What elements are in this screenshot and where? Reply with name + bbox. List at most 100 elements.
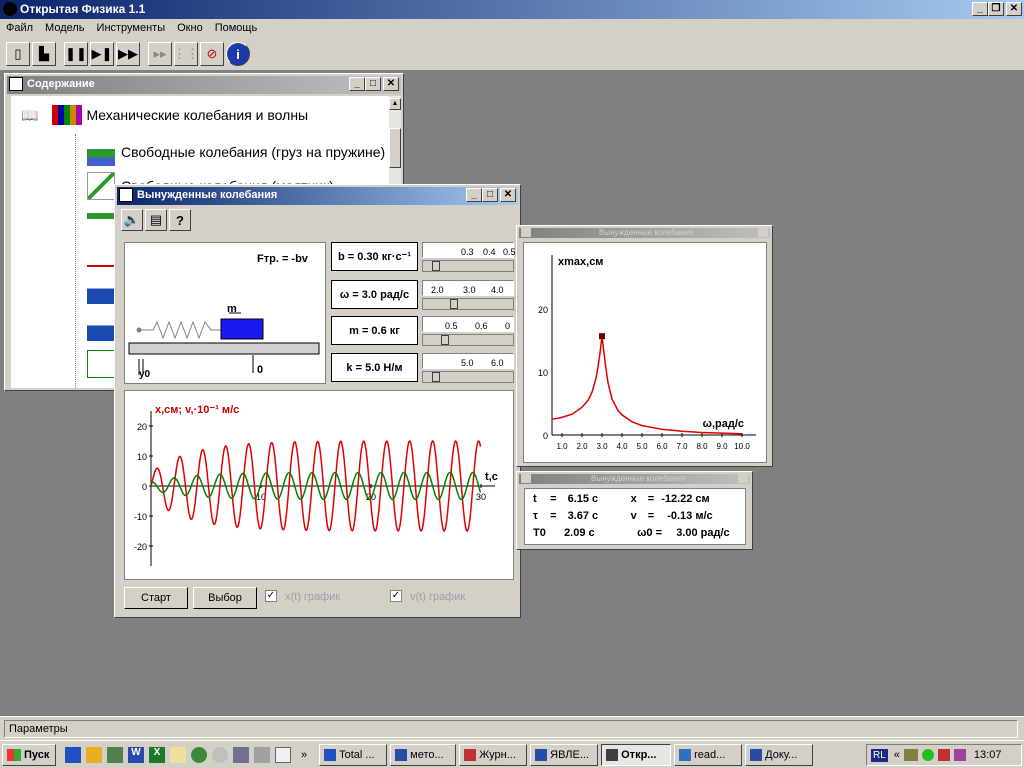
info-icon[interactable]: i <box>226 42 250 66</box>
step-icon[interactable]: ▶❚ <box>90 42 114 66</box>
spring-svg <box>128 312 320 375</box>
step-back-icon[interactable]: ▸▸ <box>148 42 172 66</box>
slider-tick-label: 0.3 <box>461 247 474 257</box>
task-reader[interactable]: read... <box>674 743 743 766</box>
spring-model-icon <box>87 138 115 166</box>
language-indicator[interactable]: RL <box>871 748 888 762</box>
start-menu-button[interactable]: Пуск <box>2 743 56 766</box>
minimize-button[interactable]: _ <box>972 2 988 16</box>
slider-thumb[interactable] <box>432 261 440 271</box>
task-meto[interactable]: мето... <box>390 743 457 766</box>
x-tick-label: 9.0 <box>716 442 728 451</box>
mail-icon[interactable] <box>170 746 186 763</box>
oscillations-icon[interactable] <box>87 202 115 230</box>
readout-dropdown-button[interactable] <box>738 474 748 483</box>
readout-eq: = <box>647 493 655 505</box>
y-tick-label: 10 <box>137 452 147 462</box>
tool-icon[interactable] <box>233 746 249 763</box>
globe-icon[interactable] <box>191 746 207 763</box>
slider-m[interactable]: 0.5 0.6 0 <box>422 316 514 348</box>
select-button[interactable]: Выбор <box>193 587 257 609</box>
word-icon[interactable]: W <box>128 746 144 763</box>
chevron-right-icon[interactable]: » <box>301 749 307 761</box>
scroll-up-button[interactable]: ▲ <box>389 98 401 110</box>
notes-icon[interactable] <box>275 746 291 763</box>
slider-thumb[interactable] <box>441 335 449 345</box>
readout-value: 3.67 с <box>567 510 599 522</box>
task-total[interactable]: Total ... <box>319 743 388 766</box>
readout-value: -0.13 м/с <box>667 510 713 522</box>
excel-icon[interactable]: X <box>149 746 165 763</box>
network-icon[interactable] <box>903 749 918 761</box>
y-tick-label: 0 <box>142 482 147 492</box>
forced-maximize-button[interactable]: □ <box>482 188 498 202</box>
resonance-dropdown-button[interactable] <box>758 228 768 237</box>
scanner-icon[interactable] <box>254 746 270 763</box>
task-document[interactable]: Доку... <box>745 743 814 766</box>
pause-icon[interactable]: ❚❚ <box>64 42 88 66</box>
x-graph-checkbox[interactable]: ✓ <box>265 590 277 602</box>
start-button[interactable]: Старт <box>124 587 188 609</box>
menu-help[interactable]: Помощь <box>209 19 264 38</box>
save-icon[interactable] <box>65 746 81 763</box>
pencil-icon[interactable] <box>86 746 102 763</box>
contents-minimize-button[interactable]: _ <box>349 77 365 91</box>
windows-logo-icon <box>7 748 21 761</box>
animation-panel: Fтр. = -bv m y0 0 <box>124 242 326 384</box>
trace-icon[interactable]: ⋮⋮ <box>173 42 199 66</box>
y-tick-label: 20 <box>137 422 147 432</box>
readout-menu-button[interactable] <box>521 474 531 483</box>
restore-button[interactable]: ❐ <box>988 2 1004 16</box>
v-graph-checkbox[interactable]: ✓ <box>390 590 402 602</box>
water-wave-icon[interactable] <box>87 276 115 304</box>
clock: 13:07 <box>973 749 1002 761</box>
slider-k[interactable]: 5.0 6.0 <box>422 353 514 385</box>
resonance-menu-button[interactable] <box>521 228 531 237</box>
forced-close-button[interactable]: ✕ <box>500 188 516 202</box>
close-button[interactable]: ✕ <box>1006 2 1022 16</box>
tree-line <box>75 134 76 388</box>
menu-file[interactable]: Файл <box>0 19 39 38</box>
tree-item-spring[interactable]: Свободные колебания (груз на пружине) <box>87 136 385 168</box>
circular-wave-icon[interactable] <box>87 387 115 388</box>
grid-wave-icon[interactable] <box>87 350 115 378</box>
v-graph-label: v(t) график <box>410 591 466 603</box>
word-doc-icon <box>395 748 408 761</box>
slider-thumb[interactable] <box>450 299 458 309</box>
disc-icon[interactable] <box>212 746 228 763</box>
fast-forward-icon[interactable]: ▶▶ <box>116 42 140 66</box>
tray-app-2-icon[interactable] <box>953 749 966 761</box>
word-doc-icon <box>750 748 763 761</box>
slider-tick-label: 2.0 <box>431 285 444 295</box>
document-icon[interactable]: ▤ <box>145 209 167 231</box>
task-label: Откр... <box>621 748 657 761</box>
status-text-panel: Параметры <box>4 720 1018 738</box>
tray-app-icon[interactable] <box>937 749 950 761</box>
wave-icon[interactable] <box>87 239 115 267</box>
contents-close-button[interactable]: ✕ <box>383 77 399 91</box>
x-tick-label: 30 <box>476 492 486 502</box>
task-open-physics[interactable]: Откр... <box>601 743 672 766</box>
menu-tools[interactable]: Инструменты <box>91 19 172 38</box>
sound-icon[interactable]: 🔈 <box>121 209 143 231</box>
scroll-thumb[interactable] <box>389 128 401 168</box>
menu-window[interactable]: Окно <box>171 19 209 38</box>
forced-minimize-button[interactable]: _ <box>466 188 482 202</box>
tray-chevron-icon[interactable]: « <box>894 749 900 761</box>
model-icon[interactable]: ▙ <box>32 42 56 66</box>
book-icon[interactable]: ▯ <box>6 42 30 66</box>
green-status-icon[interactable] <box>921 749 934 761</box>
word-doc-icon <box>535 748 548 761</box>
menu-model[interactable]: Модель <box>39 19 90 38</box>
slider-thumb[interactable] <box>432 372 440 382</box>
tree-root[interactable]: 📖 Механические колебания и волны <box>11 96 391 134</box>
slider-b[interactable]: 0.3 0.4 0.5 <box>422 242 516 274</box>
image-icon[interactable] <box>107 746 123 763</box>
water-wave-2-icon[interactable] <box>87 313 115 341</box>
task-journal[interactable]: Журн... <box>459 743 528 766</box>
contents-maximize-button[interactable]: □ <box>365 77 381 91</box>
task-phenomena[interactable]: ЯВЛЕ... <box>530 743 599 766</box>
no-trace-icon[interactable]: ⊘ <box>200 42 224 66</box>
slider-omega[interactable]: 2.0 3.0 4.0 <box>422 280 514 312</box>
help-icon[interactable]: ? <box>169 209 191 231</box>
